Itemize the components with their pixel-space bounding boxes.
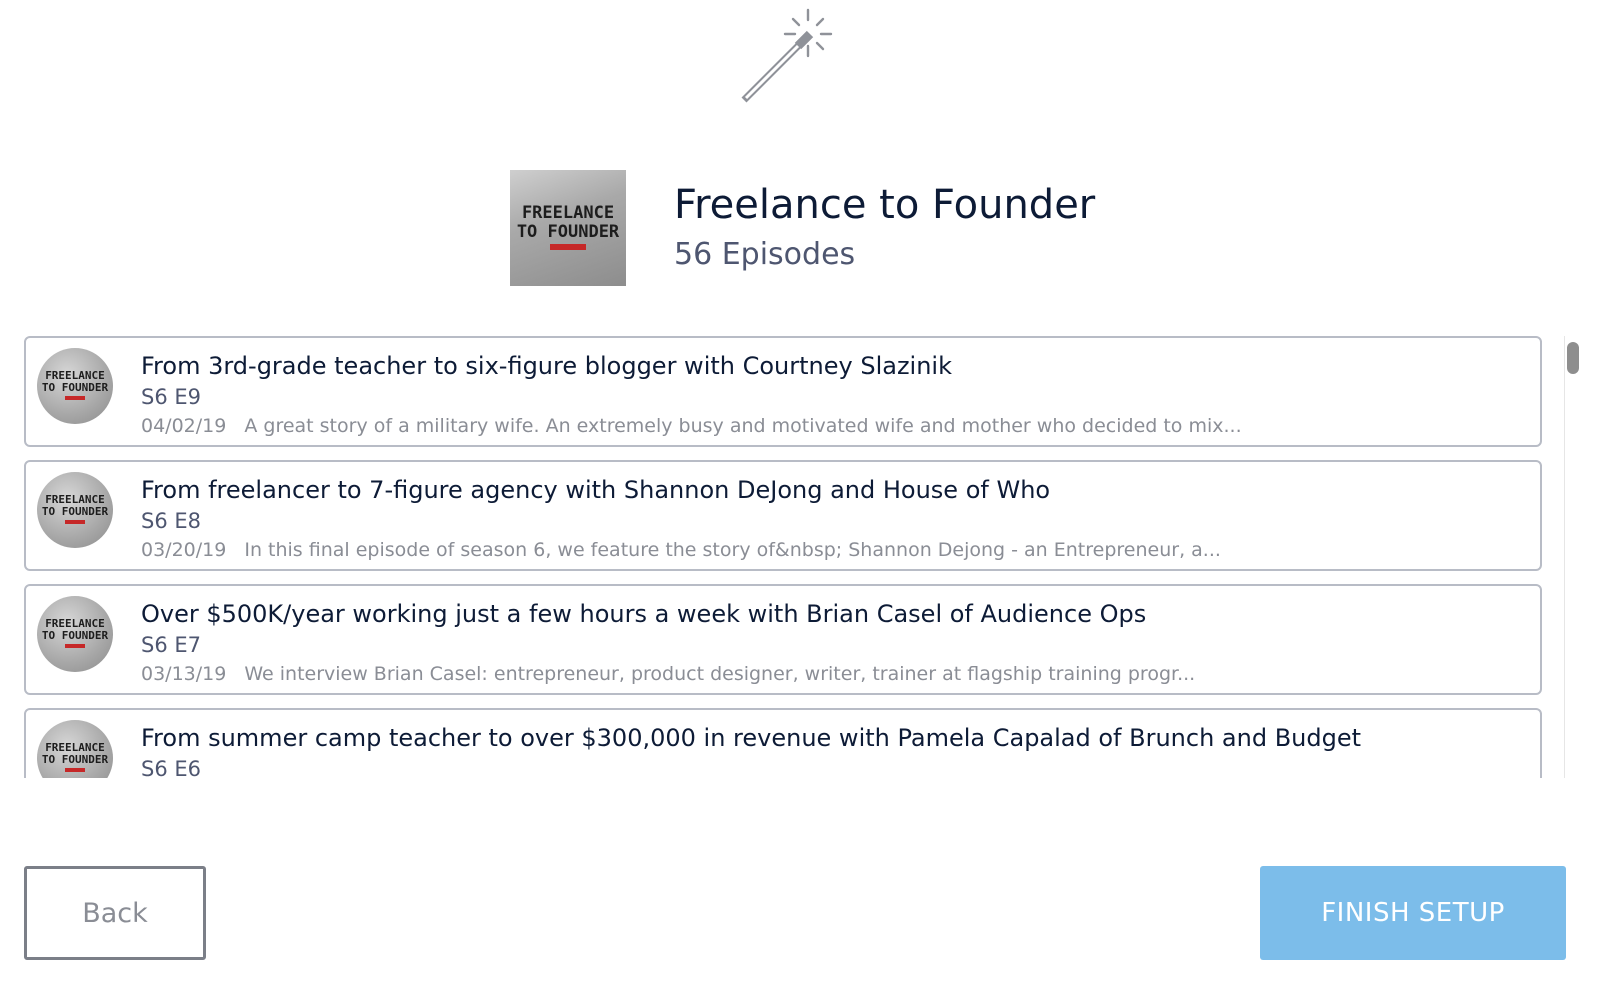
episode-item[interactable]: FREELANCE TO FOUNDER From 3rd-grade teac… (24, 336, 1542, 447)
episode-item[interactable]: FREELANCE TO FOUNDER From summer camp te… (24, 708, 1542, 778)
episode-title: From freelancer to 7-figure agency with … (141, 476, 1051, 504)
episode-number: S6 E8 (141, 509, 201, 533)
scrollbar[interactable] (1564, 336, 1580, 778)
episode-date: 03/20/19 (141, 539, 227, 561)
podcast-header: FREELANCE TO FOUNDER Freelance to Founde… (510, 170, 1095, 286)
back-button[interactable]: Back (24, 866, 206, 960)
podcast-cover-image: FREELANCE TO FOUNDER (510, 170, 626, 286)
episode-date: 04/02/19 (141, 415, 227, 437)
thumb-badge (65, 768, 85, 772)
cover-title-line1: FREELANCE (521, 203, 615, 223)
episode-description: In this final episode of season 6, we fe… (244, 539, 1221, 561)
episode-description: We interview Brian Casel: entrepreneur, … (244, 663, 1196, 685)
thumb-text-line2: TO FOUNDER (41, 753, 109, 766)
episode-list[interactable]: FREELANCE TO FOUNDER From 3rd-grade teac… (24, 336, 1580, 778)
episode-number: S6 E9 (141, 385, 201, 409)
episode-title: Over $500K/year working just a few hours… (141, 600, 1147, 628)
cover-badge (550, 244, 586, 250)
episode-thumbnail: FREELANCE TO FOUNDER (37, 720, 113, 778)
episode-description-row: 04/02/19 A great story of a military wife… (141, 414, 1242, 438)
episode-item[interactable]: FREELANCE TO FOUNDER From freelancer to … (24, 460, 1542, 571)
episode-thumbnail: FREELANCE TO FOUNDER (37, 596, 113, 672)
episode-title: From 3rd-grade teacher to six-figure blo… (141, 352, 952, 380)
thumb-text-line2: TO FOUNDER (41, 381, 109, 394)
episode-description-row: 03/20/19 In this final episode of season … (141, 538, 1221, 562)
scrollbar-thumb[interactable] (1567, 342, 1579, 374)
cover-title-line2: TO FOUNDER (516, 222, 620, 242)
thumb-badge (65, 396, 85, 400)
episode-number: S6 E6 (141, 757, 201, 778)
episode-date: 03/13/19 (141, 663, 227, 685)
episode-thumbnail: FREELANCE TO FOUNDER (37, 348, 113, 424)
thumb-text-line2: TO FOUNDER (41, 629, 109, 642)
episode-title: From summer camp teacher to over $300,00… (141, 724, 1362, 752)
episode-scroll-area[interactable]: FREELANCE TO FOUNDER From 3rd-grade teac… (24, 336, 1548, 778)
thumb-badge (65, 644, 85, 648)
episode-thumbnail: FREELANCE TO FOUNDER (37, 472, 113, 548)
episode-description-row: 03/13/19 We interview Brian Casel: entrep… (141, 662, 1195, 686)
episode-count: 56 Episodes (674, 237, 856, 272)
episode-description: A great story of a military wife. An ext… (244, 415, 1242, 437)
episode-number: S6 E7 (141, 633, 201, 657)
finish-setup-button[interactable]: FINISH SETUP (1260, 866, 1566, 960)
magic-wand-icon (741, 8, 833, 103)
podcast-title: Freelance to Founder (674, 182, 1096, 228)
podcast-meta: Freelance to Founder 56 Episodes (674, 181, 1095, 275)
thumb-badge (65, 520, 85, 524)
episode-item[interactable]: FREELANCE TO FOUNDER Over $500K/year wor… (24, 584, 1542, 695)
thumb-text-line2: TO FOUNDER (41, 505, 109, 518)
